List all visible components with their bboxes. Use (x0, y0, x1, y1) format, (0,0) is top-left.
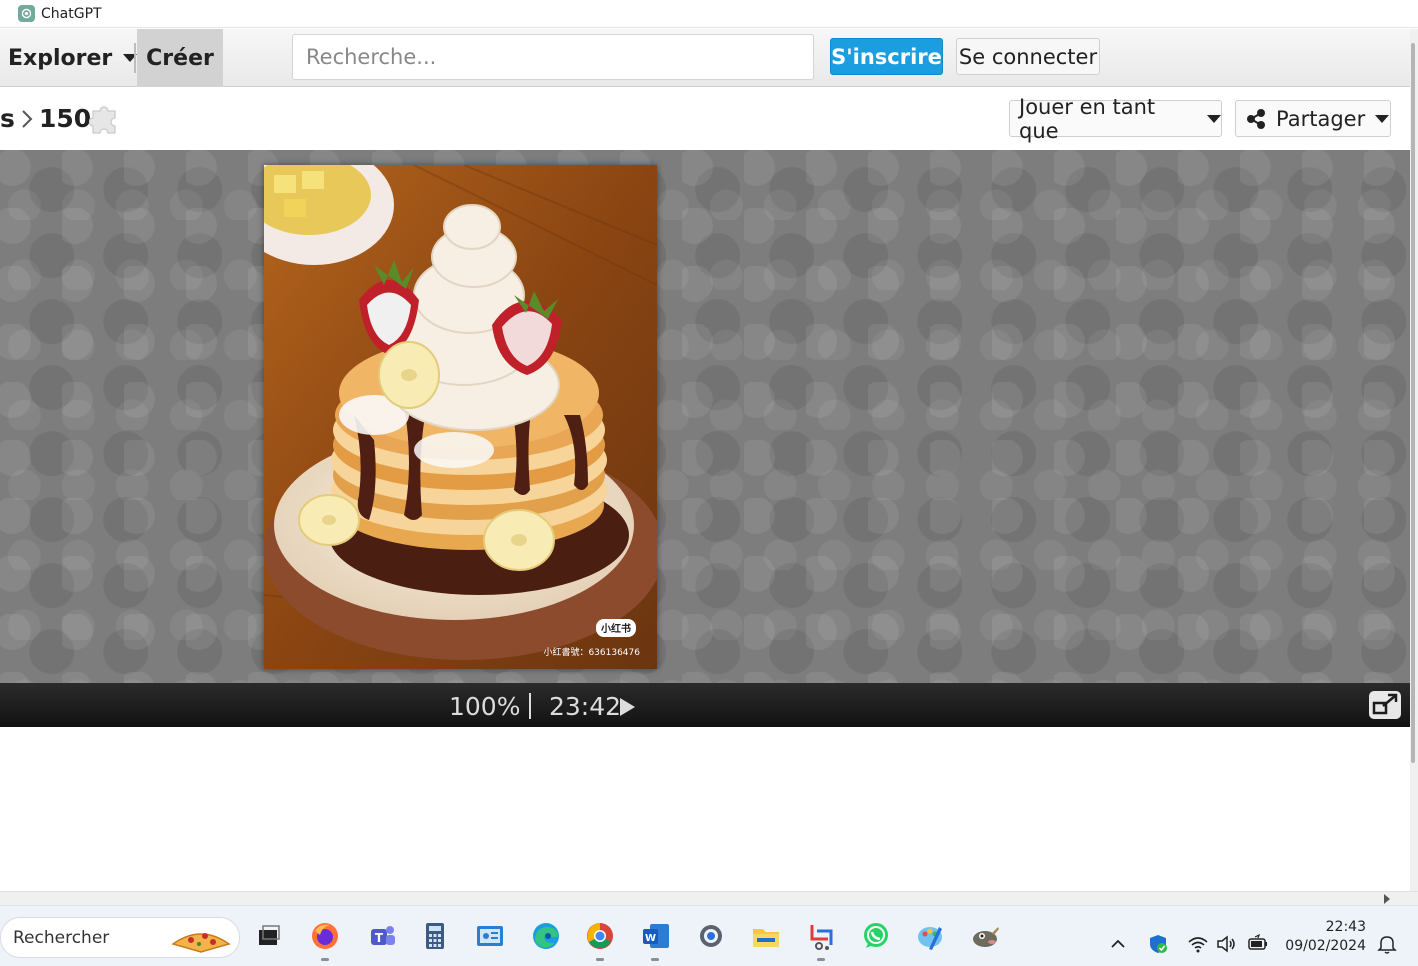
wifi-icon[interactable] (1187, 933, 1209, 955)
watermark-brand: 小红书 (600, 622, 631, 635)
top-nav: Explorer Créer S'inscrire Se connecter (0, 29, 1410, 87)
taskbar-search[interactable]: Rechercher (0, 917, 240, 958)
svg-text:T: T (375, 931, 384, 945)
edge-icon[interactable] (530, 920, 562, 952)
clock-date[interactable]: 09/02/2024 (1284, 938, 1366, 954)
word-running-indicator (651, 958, 659, 961)
share-label: Partager (1276, 106, 1366, 131)
paint-icon[interactable] (914, 920, 946, 952)
page-body-empty (0, 727, 1410, 891)
chevron-right-icon (22, 110, 33, 128)
zoom-level[interactable]: 100% (449, 692, 520, 721)
puzzle-status-bar: 100% 23:42 (0, 683, 1410, 727)
taskbar-search-label: Rechercher (13, 927, 110, 948)
nav-divider (134, 43, 136, 73)
puzzle-piece-icon (89, 106, 116, 134)
explore-menu[interactable]: Explorer (0, 29, 138, 87)
clock-time[interactable]: 22:43 (1310, 919, 1366, 935)
timer: 23:42 (549, 692, 622, 721)
word-icon[interactable]: W (640, 920, 672, 952)
battery-icon[interactable] (1247, 933, 1269, 955)
watermark-id: 小红書號：636136476 (543, 646, 640, 658)
play-as-label: Jouer en tant que (1019, 94, 1156, 143)
scrollbar-thumb[interactable] (1411, 43, 1415, 763)
calculator-icon[interactable] (419, 920, 451, 952)
status-divider (529, 693, 531, 719)
piece-count: 150 (39, 104, 92, 133)
scroll-right-icon[interactable] (1384, 894, 1390, 904)
chatgpt-logo-icon (18, 5, 35, 22)
title-bar: ChatGPT (0, 0, 1418, 28)
pizza-icon (171, 933, 231, 953)
volume-icon[interactable] (1215, 933, 1237, 955)
share-button[interactable]: Partager (1235, 100, 1391, 137)
explore-label: Explorer (8, 45, 113, 71)
play-icon[interactable] (620, 698, 635, 716)
notification-bell-icon[interactable] (1376, 933, 1398, 955)
control-panel-icon[interactable] (474, 920, 506, 952)
svg-text:W: W (645, 933, 656, 944)
teams-icon[interactable]: T (366, 920, 398, 952)
horizontal-scrollbar[interactable] (0, 891, 1418, 905)
caret-down-icon (1375, 114, 1390, 123)
gimp-icon[interactable] (969, 920, 1001, 952)
firefox-running-indicator (321, 958, 329, 961)
breadcrumb-previous[interactable]: s (0, 104, 15, 133)
chrome-icon[interactable] (584, 920, 616, 952)
chevron-up-icon[interactable] (1107, 933, 1129, 955)
pancake-illustration: 小红书 小红書號：636136476 (264, 165, 657, 669)
share-icon (1247, 108, 1265, 129)
play-as-button[interactable]: Jouer en tant que (1009, 95, 1222, 143)
login-button[interactable]: Se connecter (956, 38, 1100, 75)
file-explorer-icon[interactable] (750, 920, 782, 952)
create-tab[interactable]: Créer (137, 29, 223, 87)
caret-down-icon (1207, 114, 1221, 123)
firefox-icon[interactable] (309, 920, 341, 952)
snipping-running-indicator (817, 958, 825, 961)
chrome-running-indicator (596, 958, 604, 961)
task-view-icon[interactable] (253, 920, 285, 952)
whatsapp-icon[interactable] (860, 920, 892, 952)
security-shield-icon[interactable] (1147, 933, 1169, 955)
search-input[interactable] (292, 34, 814, 80)
window-scrollbar[interactable] (1410, 29, 1418, 891)
puzzle-header: s 150 Jouer en tant que Partager (0, 88, 1410, 150)
settings-icon[interactable] (695, 920, 727, 952)
signup-button[interactable]: S'inscrire (830, 38, 943, 75)
puzzle-image[interactable]: 小红书 小红書號：636136476 (264, 165, 657, 669)
window-title: ChatGPT (41, 5, 102, 22)
snipping-tool-icon[interactable] (806, 920, 838, 952)
puzzle-board[interactable]: 小红书 小红書號：636136476 (0, 150, 1410, 683)
fullscreen-icon[interactable] (1368, 690, 1402, 720)
windows-taskbar: Rechercher T W 22:43 09/02/2024 (0, 905, 1418, 966)
